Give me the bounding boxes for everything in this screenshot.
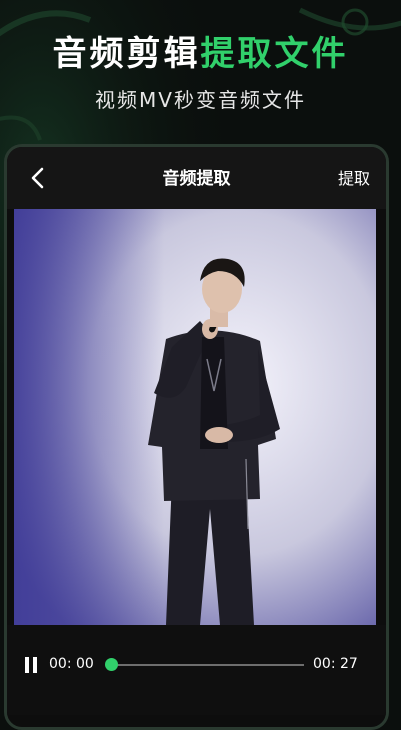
- video-preview[interactable]: [14, 209, 376, 625]
- phone-frame: 音频提取 提取 00: 00 00: 27: [4, 144, 389, 730]
- headline: 音频剪辑提取文件: [0, 26, 401, 75]
- total-time: 00: 27: [313, 656, 358, 672]
- progress-track[interactable]: [111, 664, 304, 666]
- player-controls: 00: 00 00: 27: [7, 625, 386, 715]
- pause-icon[interactable]: [23, 657, 41, 673]
- headline-accent: 提取文件: [200, 34, 349, 74]
- video-frame-image: [14, 209, 376, 625]
- progress-knob[interactable]: [105, 658, 118, 671]
- page-title: 音频提取: [162, 169, 231, 189]
- extract-button[interactable]: 提取: [338, 165, 370, 189]
- subtitle: 视频MV秒变音频文件: [95, 88, 306, 112]
- headline-main: 音频剪辑: [52, 34, 201, 74]
- current-time: 00: 00: [49, 656, 94, 672]
- nav-bar: 音频提取 提取: [7, 147, 386, 209]
